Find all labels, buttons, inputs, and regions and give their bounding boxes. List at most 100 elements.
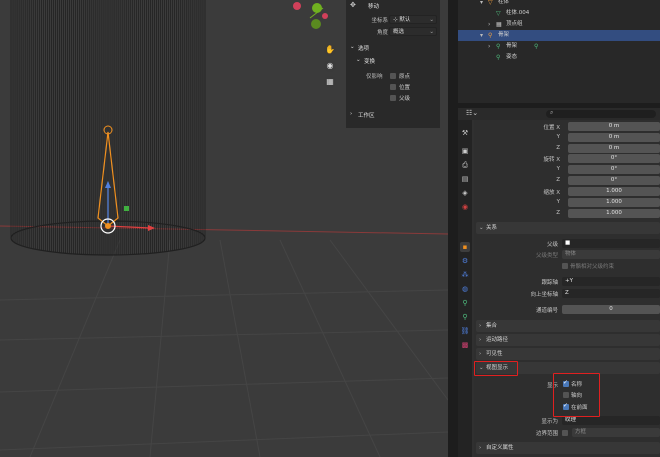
camera-icon[interactable]: ◉: [324, 60, 336, 72]
chevron-down-icon: ⌄: [429, 29, 434, 35]
display-as-label: 显示为: [541, 419, 558, 425]
mesh-data-icon: ▽: [496, 10, 501, 17]
outliner-row-label: 姿态: [506, 54, 518, 60]
outliner-row-label: 柱体.004: [506, 10, 530, 16]
tab-particles[interactable]: ⁂: [460, 270, 470, 280]
chevron-right-icon: ›: [479, 445, 482, 451]
tab-constraints[interactable]: ⚲: [460, 298, 470, 308]
pan-hand-icon[interactable]: ✋: [324, 44, 336, 56]
tab-view-layer[interactable]: ▤: [460, 174, 470, 184]
rotation-y-label: Y: [556, 166, 560, 172]
expand-icon: ▾: [480, 32, 484, 39]
chevron-down-icon: ⌄: [429, 17, 434, 23]
tab-texture[interactable]: ▩: [460, 340, 470, 350]
affect-origin-label: 原点: [399, 74, 411, 80]
scale-y-label: Y: [556, 199, 560, 205]
properties-search-input[interactable]: ⌕: [546, 109, 656, 118]
outliner-row-pose[interactable]: ⚲ 姿态: [458, 52, 660, 63]
parent-type-label: 父级类型: [535, 253, 558, 259]
scale-z-field[interactable]: 1.000: [568, 209, 660, 218]
expand-icon: ▾: [480, 0, 484, 6]
transform-section-header[interactable]: ⌄ 变换: [346, 55, 440, 66]
orientation-select[interactable]: ⊹ 默认 ⌄: [389, 15, 437, 24]
tab-scene[interactable]: ◈: [460, 188, 470, 198]
pivot-value: 概选: [393, 29, 405, 35]
location-z-field[interactable]: 0 m: [568, 144, 660, 153]
bounds-select[interactable]: 方框: [572, 428, 660, 437]
options-section-label: 选项: [358, 46, 370, 52]
orientation-value: 默认: [399, 17, 411, 23]
up-axis-label: 向上坐标轴: [530, 292, 558, 298]
workspace-section-header[interactable]: › 工作区: [346, 109, 440, 120]
location-y-field[interactable]: 0 m: [568, 133, 660, 142]
track-axis-select[interactable]: +Y: [562, 277, 660, 286]
tab-world[interactable]: ◉: [460, 202, 470, 212]
operator-panel: ✥ 移动 坐标系 ⊹ 默认 ⌄ 角度 概选 ⌄ ⌄ 选项 ⌄ 变换 仅影响 原点…: [346, 0, 440, 128]
tab-bone[interactable]: ⛓: [460, 326, 470, 336]
rotation-x-field[interactable]: 0°: [568, 154, 660, 163]
custom-properties-panel-header[interactable]: › 自定义属性: [476, 442, 660, 454]
outliner-row-label: 顶点组: [506, 21, 523, 27]
affect-parent-label: 父级: [399, 96, 411, 102]
location-y-label: Y: [556, 134, 560, 140]
affect-only-label: 仅影响: [366, 74, 383, 80]
outliner-row-cylinder[interactable]: ▾ ▽ 柱体: [458, 0, 660, 8]
outliner-row-label: 骨架: [506, 43, 518, 49]
location-x-field[interactable]: 0 m: [568, 122, 660, 131]
parent-field[interactable]: ■: [562, 239, 660, 248]
tab-modifiers[interactable]: ⚙: [460, 256, 470, 266]
outliner-row-armature[interactable]: ▾ ⚲ 骨架: [458, 30, 660, 41]
search-icon: ⌕: [550, 109, 554, 116]
properties-header: ☷⌄ ⌕: [458, 108, 660, 120]
grid-view-icon[interactable]: ▦: [324, 76, 336, 88]
follow-parent-checkbox[interactable]: [562, 263, 568, 269]
pass-index-label: 通道编号: [535, 308, 558, 314]
object-icon: ■: [565, 240, 571, 246]
options-section-header[interactable]: ⌄ 选项: [346, 42, 440, 53]
tab-physics[interactable]: ◍: [460, 284, 470, 294]
chevron-right-icon: ›: [479, 323, 482, 329]
rotation-x-label: 旋转 X: [543, 157, 560, 163]
affect-origin-checkbox[interactable]: [390, 73, 396, 79]
visibility-panel-header[interactable]: › 可见性: [476, 348, 660, 360]
outliner-row-label: 柱体: [498, 0, 510, 5]
pivot-label: 角度: [376, 30, 388, 36]
tab-data[interactable]: ⚲: [460, 312, 470, 322]
rotation-z-field[interactable]: 0°: [568, 176, 660, 185]
pass-index-field[interactable]: 0: [562, 305, 660, 314]
outliner-row-armature-data[interactable]: › ⚲ 骨架 ⚲: [458, 41, 660, 52]
motion-paths-panel-header[interactable]: › 运动路径: [476, 334, 660, 346]
bounds-checkbox[interactable]: [562, 430, 568, 436]
outliner-row-label: 骨架: [498, 32, 510, 38]
affect-location-checkbox[interactable]: [390, 84, 396, 90]
pivot-select[interactable]: 概选 ⌄: [389, 27, 437, 36]
move-icon: ✥: [350, 1, 356, 9]
tab-output[interactable]: ⎙: [460, 160, 470, 170]
tab-object[interactable]: ▪: [460, 242, 470, 252]
pose-icon: ⚲: [496, 54, 501, 61]
collections-panel-label: 集合: [486, 323, 498, 329]
scale-x-label: 缩放 X: [543, 190, 560, 196]
scale-x-field[interactable]: 1.000: [568, 187, 660, 196]
chevron-right-icon: ›: [479, 351, 482, 357]
outliner[interactable]: ▾ ▽ 柱体 ▽ 柱体.004 › ▦ 顶点组 ▾ ⚲ 骨架 › ⚲ 骨架 ⚲ …: [458, 0, 660, 103]
tab-tool[interactable]: ⚒: [460, 128, 470, 138]
collections-panel-header[interactable]: › 集合: [476, 320, 660, 332]
outliner-row-mesh[interactable]: ▽ 柱体.004: [458, 8, 660, 19]
highlight-box-viewport-display: [474, 361, 518, 376]
armature-data-icon: ⚲: [496, 43, 501, 50]
up-axis-select[interactable]: Z: [562, 289, 660, 298]
parent-type-select[interactable]: 物体: [562, 250, 660, 259]
chevron-down-icon: ⌄: [356, 57, 361, 63]
rotation-y-field[interactable]: 0°: [568, 165, 660, 174]
track-axis-label: 跟踪轴: [541, 280, 558, 286]
tab-render[interactable]: ▣: [460, 146, 470, 156]
rotation-z-label: Z: [556, 177, 560, 183]
scale-y-field[interactable]: 1.000: [568, 198, 660, 207]
vertex-group-icon: ▦: [496, 21, 502, 28]
relations-panel-header[interactable]: ⌄ 关系: [476, 222, 660, 234]
outliner-row-vertex-group[interactable]: › ▦ 顶点组: [458, 19, 660, 30]
editor-type-icon[interactable]: ☷⌄: [466, 109, 478, 117]
affect-parent-checkbox[interactable]: [390, 95, 396, 101]
display-as-select[interactable]: 纹理: [562, 416, 660, 425]
